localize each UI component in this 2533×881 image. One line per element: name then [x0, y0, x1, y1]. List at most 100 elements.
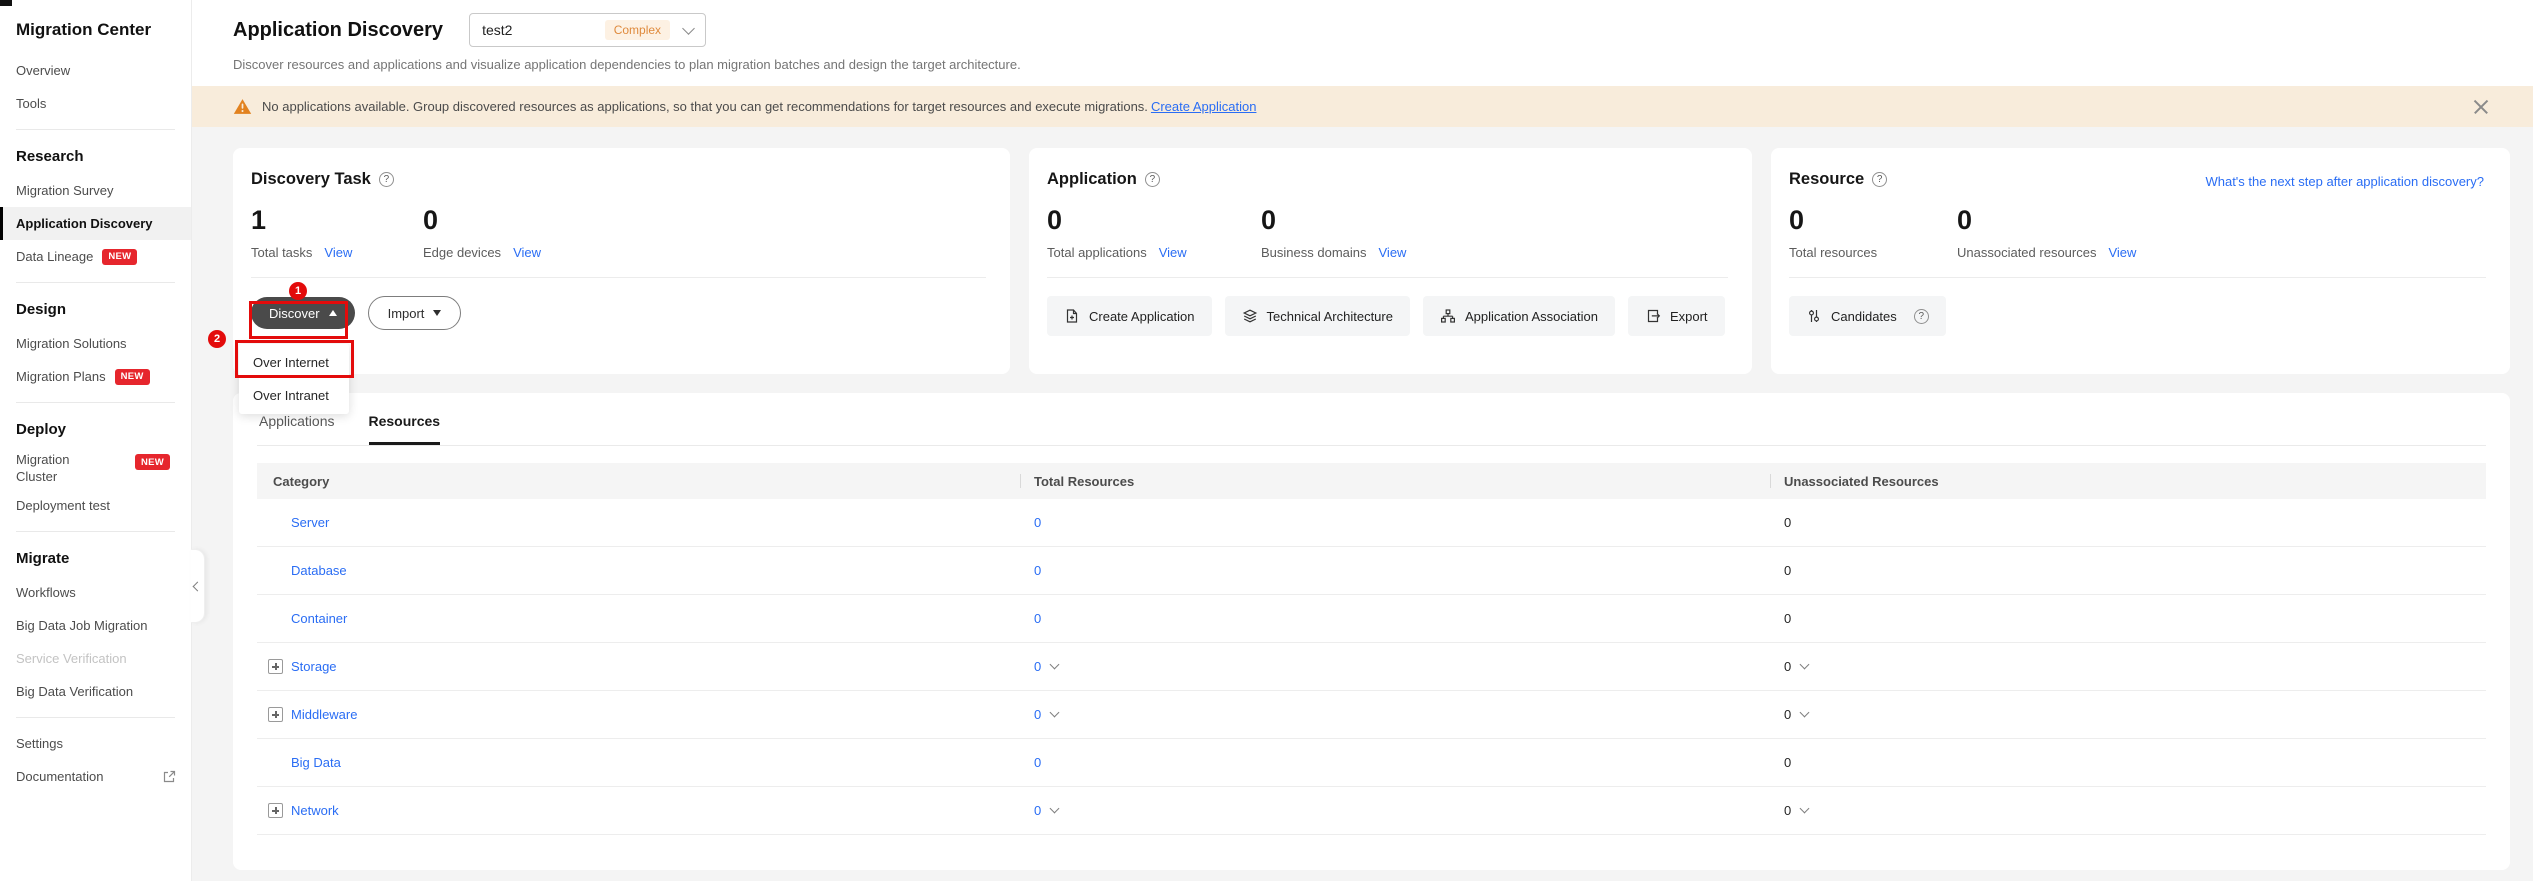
menu-item-over-internet[interactable]: Over Internet — [239, 346, 349, 379]
sidebar-item-migration-cluster[interactable]: Migration ClusterNEW — [0, 447, 191, 489]
table-row-server: Server 0 0 — [257, 499, 2486, 547]
sidebar: Migration Center OverviewToolsResearchMi… — [0, 0, 192, 881]
sidebar-item-documentation[interactable]: Documentation — [0, 760, 191, 793]
view-link-total-tasks[interactable]: View — [324, 245, 352, 260]
total-resources-cell: 0 — [1020, 707, 1770, 722]
total-resources-link[interactable]: 0 — [1034, 611, 1041, 626]
sidebar-item-settings[interactable]: Settings — [0, 727, 191, 760]
category-link-big-data[interactable]: Big Data — [291, 755, 341, 770]
stat-value: 0 — [1261, 205, 1475, 236]
total-resources-link[interactable]: 0 — [1034, 707, 1041, 722]
discover-dropdown-menu: Over InternetOver Intranet — [239, 344, 349, 414]
import-button[interactable]: Import — [368, 296, 462, 330]
stat-value: 0 — [1957, 205, 2136, 236]
category-link-network[interactable]: Network — [291, 803, 339, 818]
sidebar-item-service-verification[interactable]: Service Verification — [0, 642, 191, 675]
view-link-total-applications[interactable]: View — [1159, 245, 1187, 260]
create-application-link[interactable]: Create Application — [1151, 99, 1257, 114]
category-link-database[interactable]: Database — [291, 563, 347, 578]
stat-label: Unassociated resources — [1957, 245, 2096, 260]
sidebar-item-tools[interactable]: Tools — [0, 87, 191, 120]
sidebar-item-label: Deployment test — [16, 497, 110, 514]
sidebar-item-label: Migration Cluster — [16, 451, 92, 485]
new-badge: NEW — [115, 369, 150, 385]
annotation-step-1: 1 — [289, 282, 307, 300]
stat-unassociated-resources: 0 Unassociated resources View — [1957, 205, 2136, 260]
total-resources-link[interactable]: 0 — [1034, 563, 1041, 578]
total-resources-link[interactable]: 0 — [1034, 515, 1041, 530]
application-association-button[interactable]: Application Association — [1423, 296, 1615, 336]
sidebar-item-big-data-verification[interactable]: Big Data Verification — [0, 675, 191, 708]
category-cell: Network — [257, 803, 1020, 818]
technical-architecture-button[interactable]: Technical Architecture — [1225, 296, 1410, 336]
category-link-server[interactable]: Server — [291, 515, 329, 530]
sidebar-item-workflows[interactable]: Workflows — [0, 576, 191, 609]
category-cell: Server — [257, 515, 1020, 530]
sidebar-collapse-handle[interactable] — [191, 549, 205, 623]
sidebar-item-overview[interactable]: Overview — [0, 54, 191, 87]
column-divider — [1020, 474, 1021, 488]
expand-plus-icon[interactable] — [268, 803, 283, 818]
table-header: CategoryTotal ResourcesUnassociated Reso… — [257, 463, 2486, 499]
category-link-storage[interactable]: Storage — [291, 659, 337, 674]
category-link-container[interactable]: Container — [291, 611, 347, 626]
chevron-down-icon[interactable] — [1800, 708, 1810, 718]
unassociated-resources-value: 0 — [1784, 515, 1791, 530]
expand-plus-icon[interactable] — [268, 659, 283, 674]
sidebar-item-migration-solutions[interactable]: Migration Solutions — [0, 327, 191, 360]
discovery-task-card: Discovery Task 1Total tasksView0Edge dev… — [233, 148, 1010, 374]
banner-text: No applications available. Group discove… — [262, 99, 1148, 114]
sidebar-item-big-data-job-migration[interactable]: Big Data Job Migration — [0, 609, 191, 642]
expand-plus-icon[interactable] — [268, 707, 283, 722]
sidebar-item-label: Migration Plans — [16, 368, 106, 385]
sidebar-item-migration-survey[interactable]: Migration Survey — [0, 174, 191, 207]
close-icon[interactable] — [2473, 99, 2489, 115]
menu-item-over-intranet[interactable]: Over Intranet — [239, 379, 349, 412]
tab-resources[interactable]: Resources — [369, 413, 441, 445]
button-label: Create Application — [1089, 309, 1195, 324]
candidates-icon — [1806, 308, 1822, 324]
sidebar-divider — [16, 129, 175, 130]
create-application-button[interactable]: Create Application — [1047, 296, 1212, 336]
help-icon[interactable] — [379, 172, 394, 187]
help-icon[interactable] — [1145, 172, 1160, 187]
view-link-business-domains[interactable]: View — [1379, 245, 1407, 260]
tab-applications[interactable]: Applications — [259, 413, 335, 445]
chevron-down-icon[interactable] — [1800, 660, 1810, 670]
content-area: Discovery Task 1Total tasksView0Edge dev… — [192, 127, 2533, 870]
chevron-down-icon[interactable] — [1800, 804, 1810, 814]
sidebar-item-application-discovery[interactable]: Application Discovery — [0, 207, 191, 240]
chevron-down-icon[interactable] — [1050, 660, 1060, 670]
discover-button-label: Discover — [269, 306, 320, 321]
view-link-unassociated-resources[interactable]: View — [2108, 245, 2136, 260]
task-selector-value: test2 — [482, 22, 512, 38]
total-resources-cell: 0 — [1020, 611, 1770, 626]
table-row-big-data: Big Data00 — [257, 739, 2486, 787]
total-resources-link[interactable]: 0 — [1034, 659, 1041, 674]
discover-button[interactable]: Discover — [251, 297, 355, 329]
total-resources-link[interactable]: 0 — [1034, 803, 1041, 818]
category-link-middleware[interactable]: Middleware — [291, 707, 357, 722]
sidebar-heading-deploy: Deploy — [0, 412, 191, 447]
help-icon[interactable] — [1914, 309, 1929, 324]
application-stats: 0Total applicationsView0Business domains… — [1047, 205, 1728, 260]
sidebar-item-migration-plans[interactable]: Migration Plans NEW — [0, 360, 191, 393]
total-resources-link[interactable]: 0 — [1034, 755, 1041, 770]
next-step-link[interactable]: What's the next step after application d… — [2205, 174, 2484, 189]
candidates-button[interactable]: Candidates — [1789, 296, 1946, 336]
chevron-down-icon[interactable] — [1050, 708, 1060, 718]
stat-value: 0 — [1047, 205, 1261, 236]
view-link-edge-devices[interactable]: View — [513, 245, 541, 260]
create-app-icon — [1064, 308, 1080, 324]
sidebar-item-deployment-test[interactable]: Deployment test — [0, 489, 191, 522]
export-button[interactable]: Export — [1628, 296, 1725, 336]
help-icon[interactable] — [1872, 172, 1887, 187]
card-title: Discovery Task — [251, 170, 986, 189]
task-selector-dropdown[interactable]: test2 Complex — [469, 13, 706, 47]
sidebar-item-label: Overview — [16, 62, 70, 79]
sidebar-item-data-lineage[interactable]: Data LineageNEW — [0, 240, 191, 273]
chevron-down-icon[interactable] — [1050, 804, 1060, 814]
unassociated-resources-value: 0 — [1784, 707, 1791, 722]
stat-total-resources: 0Total resources — [1789, 205, 1957, 260]
caret-up-icon — [329, 310, 337, 316]
